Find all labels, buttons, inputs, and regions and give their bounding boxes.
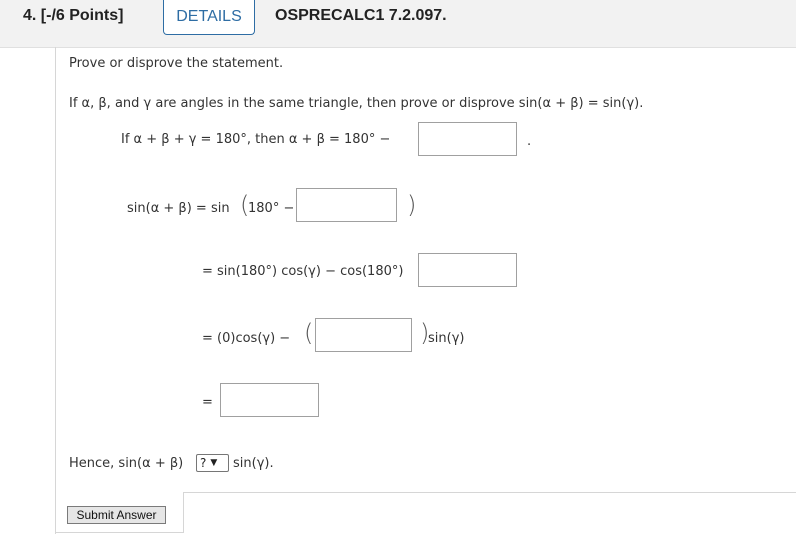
chevron-down-icon: ▼ xyxy=(210,458,218,468)
conclusion-suffix: sin(γ). xyxy=(233,456,274,471)
step2-answer-input[interactable] xyxy=(418,253,517,287)
instruction-text: Prove or disprove the statement. xyxy=(69,56,284,71)
step3-suffix: sin(γ) xyxy=(428,331,465,346)
relation-select[interactable]: ? ▼ xyxy=(196,454,229,472)
question-points: 4. [-/6 Points] xyxy=(23,7,124,24)
step2-text: = sin(180°) cos(γ) − cos(180°) xyxy=(202,264,404,279)
sum-line-text: If α + β + γ = 180°, then α + β = 180° − xyxy=(121,132,391,147)
question-code: OSPRECALC1 7.2.097. xyxy=(275,7,447,24)
step1-lhs: sin(α + β) = sin xyxy=(127,201,230,216)
details-button[interactable]: DETAILS xyxy=(163,0,255,35)
step1-answer-input[interactable] xyxy=(296,188,397,222)
panel-divider xyxy=(55,532,183,533)
relation-select-value: ? xyxy=(200,456,207,470)
conclusion-prefix: Hence, sin(α + β) xyxy=(69,456,184,471)
step3-open-paren: ( xyxy=(304,319,314,347)
step4-answer-input[interactable] xyxy=(220,383,319,417)
step3-answer-input[interactable] xyxy=(315,318,412,352)
step4-equals: = xyxy=(202,395,213,410)
sum-line-period: . xyxy=(527,134,532,149)
step3-text: = (0)cos(γ) − xyxy=(202,331,291,346)
step1-close-paren: ) xyxy=(407,191,417,219)
line1-answer-input[interactable] xyxy=(418,122,517,156)
submit-answer-button[interactable]: Submit Answer xyxy=(67,506,166,524)
footer-divider-vertical xyxy=(183,492,184,533)
step1-inner-text: 180° − xyxy=(248,201,295,216)
statement-text: If α, β, and γ are angles in the same tr… xyxy=(69,96,644,111)
footer-divider xyxy=(183,492,796,493)
